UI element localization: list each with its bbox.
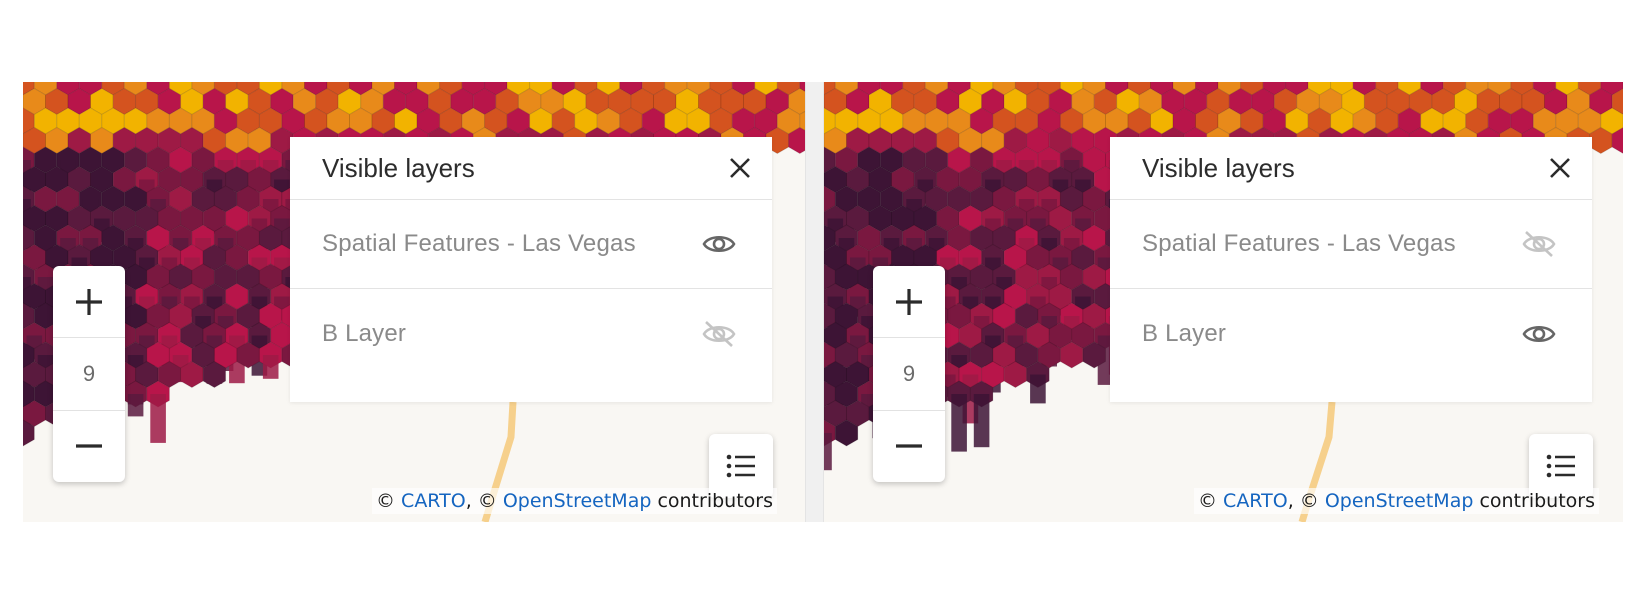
minus-icon <box>76 444 102 448</box>
close-icon <box>730 158 750 178</box>
attribution-separator: , © <box>1287 490 1325 512</box>
toggle-visibility-button[interactable] <box>1522 230 1556 258</box>
close-icon <box>1550 158 1570 178</box>
openstreetmap-link[interactable]: OpenStreetMap <box>503 490 652 512</box>
map-attribution: © CARTO, © OpenStreetMap contributors <box>1194 488 1599 514</box>
panel-title: Visible layers <box>1142 152 1295 183</box>
attribution-suffix: contributors <box>651 490 773 512</box>
layer-row-b-layer: B Layer <box>1110 289 1592 378</box>
layer-label: B Layer <box>1142 319 1227 347</box>
layer-row-spatial-features: Spatial Features - Las Vegas <box>290 200 772 289</box>
eye-icon <box>702 235 736 253</box>
zoom-control: 9 <box>53 266 125 482</box>
zoom-level: 9 <box>53 337 125 409</box>
zoom-control: 9 <box>873 266 945 482</box>
zoom-level-value: 9 <box>82 360 96 386</box>
map-attribution: © CARTO, © OpenStreetMap contributors <box>372 488 777 514</box>
carto-link[interactable]: CARTO <box>401 490 466 512</box>
toggle-visibility-button[interactable] <box>702 232 736 256</box>
panel-header: Visible layers <box>290 137 772 200</box>
zoom-level: 9 <box>873 337 945 409</box>
carto-link[interactable]: CARTO <box>1223 490 1288 512</box>
minus-icon <box>896 444 922 448</box>
plus-icon <box>896 288 922 315</box>
zoom-level-value: 9 <box>902 360 916 386</box>
visible-layers-panel: Visible layers Spatial Features - Las Ve… <box>1110 137 1592 402</box>
attribution-suffix: contributors <box>1473 490 1595 512</box>
list-icon <box>1546 454 1575 478</box>
attribution-prefix: © <box>1198 490 1224 512</box>
visible-layers-panel: Visible layers Spatial Features - Las Ve… <box>290 137 772 402</box>
layer-row-spatial-features: Spatial Features - Las Vegas <box>1110 200 1592 289</box>
zoom-out-button[interactable] <box>873 409 945 482</box>
eye-off-icon <box>1522 231 1556 257</box>
eye-off-icon <box>702 320 736 347</box>
layer-label: Spatial Features - Las Vegas <box>322 230 636 257</box>
openstreetmap-link[interactable]: OpenStreetMap <box>1325 490 1474 512</box>
layer-label: B Layer <box>322 319 407 347</box>
layer-row-b-layer: B Layer <box>290 289 772 378</box>
zoom-in-button[interactable] <box>53 266 125 337</box>
zoom-in-button[interactable] <box>873 266 945 337</box>
toggle-visibility-button[interactable] <box>1522 322 1556 346</box>
attribution-separator: , © <box>465 490 503 512</box>
close-button[interactable] <box>728 156 752 180</box>
panel-title: Visible layers <box>322 152 475 183</box>
split-divider[interactable] <box>805 82 824 522</box>
map-view-right[interactable]: 9 Visible layers Spatial Features - Las … <box>824 82 1623 522</box>
close-button[interactable] <box>1548 156 1572 180</box>
toggle-visibility-button[interactable] <box>702 320 736 348</box>
attribution-prefix: © <box>376 490 402 512</box>
list-icon <box>726 454 755 478</box>
plus-icon <box>76 288 102 315</box>
panel-header: Visible layers <box>1110 137 1592 200</box>
map-view-left[interactable]: 9 Visible layers Spatial Features - Las … <box>23 82 805 522</box>
eye-icon <box>1522 325 1556 342</box>
layer-label: Spatial Features - Las Vegas <box>1142 230 1456 257</box>
zoom-out-button[interactable] <box>53 409 125 482</box>
